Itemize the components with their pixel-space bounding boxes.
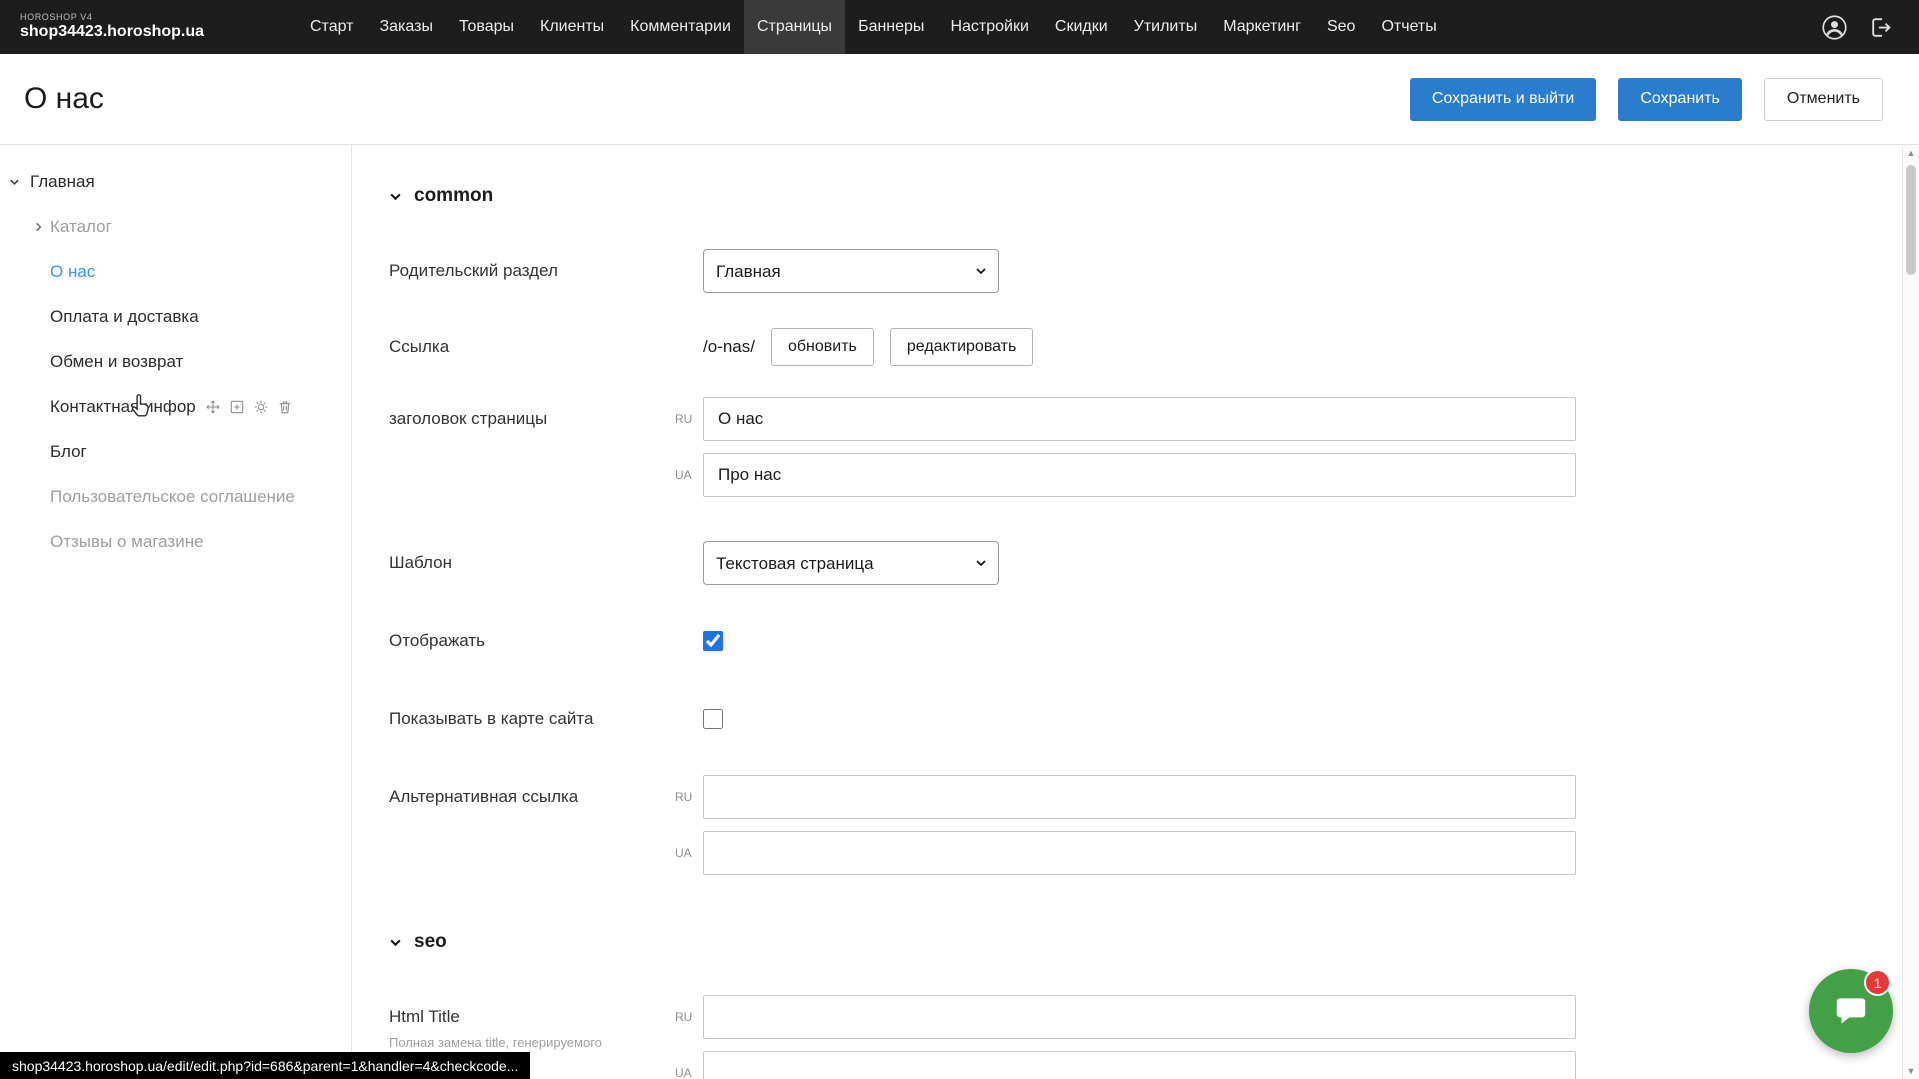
link-label: Ссылка — [389, 337, 675, 357]
scroll-down-arrow-icon[interactable]: ▼ — [1903, 1063, 1919, 1079]
brand-version: HOROSHOP V4 — [20, 13, 297, 23]
scroll-up-arrow-icon[interactable]: ▲ — [1903, 145, 1919, 161]
sidebar-item-o-nas[interactable]: О нас — [0, 249, 351, 294]
tree-item-label: Оплата и доставка — [50, 307, 199, 327]
lang-tag-ua: UA — [675, 468, 703, 482]
tree-item-label: Пользовательское соглашение — [50, 487, 295, 507]
sidebar-item-agreement[interactable]: Пользовательское соглашение — [0, 474, 351, 519]
status-url-text: shop34423.horoshop.ua/edit/edit.php?id=6… — [12, 1058, 518, 1074]
tree-item-label: Блог — [50, 442, 87, 462]
main-menu: Старт Заказы Товары Клиенты Комментарии … — [297, 0, 1450, 54]
menu-item-marketing[interactable]: Маркетинг — [1210, 0, 1314, 54]
display-label: Отображать — [389, 631, 675, 651]
chat-launcher-button[interactable]: 1 — [1809, 969, 1893, 1053]
lang-tag-ua: UA — [675, 1066, 703, 1079]
sidebar-item-kontaktnaya[interactable]: Контактная инфор — [0, 384, 351, 429]
menu-item-discounts[interactable]: Скидки — [1042, 0, 1121, 54]
menu-item-seo[interactable]: Seo — [1314, 0, 1368, 54]
page-title: О нас — [0, 82, 104, 116]
tree-item-label: Каталог — [50, 217, 112, 237]
link-edit-button[interactable]: редактировать — [890, 328, 1033, 366]
menu-item-banners[interactable]: Баннеры — [845, 0, 937, 54]
gear-icon[interactable] — [253, 399, 269, 415]
save-button[interactable]: Сохранить — [1618, 78, 1742, 121]
template-select[interactable]: Текстовая страница — [703, 541, 999, 585]
tree-item-label: Контактная инфор — [50, 397, 196, 417]
chat-icon — [1832, 992, 1870, 1030]
move-icon[interactable] — [205, 399, 221, 415]
logout-icon[interactable] — [1868, 15, 1893, 40]
page-edit-form: common Родительский раздел Главная Ссылк… — [353, 145, 1902, 1079]
add-icon[interactable] — [229, 399, 245, 415]
alt-link-label: Альтернативная ссылка — [389, 775, 675, 807]
sidebar-item-reviews[interactable]: Отзывы о магазине — [0, 519, 351, 564]
tree-item-label: Отзывы о магазине — [50, 532, 204, 552]
sidebar-item-obmen[interactable]: Обмен и возврат — [0, 339, 351, 384]
status-url-bar: shop34423.horoshop.ua/edit/edit.php?id=6… — [0, 1052, 530, 1079]
menu-item-clients[interactable]: Клиенты — [527, 0, 617, 54]
menu-item-settings[interactable]: Настройки — [937, 0, 1041, 54]
template-label: Шаблон — [389, 553, 675, 573]
trash-icon[interactable] — [277, 399, 293, 415]
html-title-hint: Полная замена title, генерируемого — [389, 1035, 675, 1050]
chevron-down-icon — [389, 190, 402, 203]
vertical-scrollbar[interactable]: ▲ ▼ — [1902, 145, 1919, 1079]
pages-tree-sidebar: Главная Каталог О нас Оплата и доставка … — [0, 145, 352, 1079]
menu-item-orders[interactable]: Заказы — [366, 0, 445, 54]
html-title-label: Html Title — [389, 1007, 675, 1027]
page-title-label: заголовок страницы — [389, 397, 675, 429]
menu-item-pages[interactable]: Страницы — [744, 0, 845, 54]
html-title-ua-input[interactable] — [703, 1051, 1576, 1079]
user-icon[interactable] — [1821, 14, 1848, 41]
tree-item-label: Главная — [30, 172, 95, 192]
alt-link-ru-input[interactable] — [703, 775, 1576, 819]
menu-item-products[interactable]: Товары — [446, 0, 527, 54]
html-title-ru-input[interactable] — [703, 995, 1576, 1039]
lang-tag-ua: UA — [675, 846, 703, 860]
topbar: HOROSHOP V4 shop34423.horoshop.ua Старт … — [0, 0, 1919, 54]
parent-section-label: Родительский раздел — [389, 261, 675, 281]
menu-item-utilities[interactable]: Утилиты — [1121, 0, 1211, 54]
cancel-button[interactable]: Отменить — [1764, 78, 1883, 121]
tree-item-label: Обмен и возврат — [50, 352, 183, 372]
section-header-seo[interactable]: seo — [389, 931, 1902, 953]
save-and-exit-button[interactable]: Сохранить и выйти — [1410, 78, 1597, 121]
page-header: О нас Сохранить и выйти Сохранить Отмени… — [0, 54, 1919, 145]
lang-tag-ru: RU — [675, 412, 703, 426]
tree-item-label: О нас — [50, 262, 95, 282]
menu-item-reports[interactable]: Отчеты — [1368, 0, 1449, 54]
chevron-right-icon[interactable] — [33, 221, 44, 232]
chevron-down-icon[interactable] — [9, 176, 20, 187]
display-checkbox[interactable] — [703, 631, 723, 651]
page-title-ru-input[interactable] — [703, 397, 1576, 441]
menu-item-start[interactable]: Старт — [297, 0, 366, 54]
scrollbar-thumb[interactable] — [1906, 165, 1916, 275]
link-path: /o-nas/ — [703, 337, 755, 357]
menu-item-comments[interactable]: Комментарии — [617, 0, 744, 54]
sitemap-label: Показывать в карте сайта — [389, 709, 675, 729]
brand[interactable]: HOROSHOP V4 shop34423.horoshop.ua — [0, 13, 297, 40]
parent-section-select[interactable]: Главная — [703, 249, 999, 293]
alt-link-ua-input[interactable] — [703, 831, 1576, 875]
brand-domain: shop34423.horoshop.ua — [20, 23, 297, 41]
lang-tag-ru: RU — [675, 1010, 703, 1024]
page-title-ua-input[interactable] — [703, 453, 1576, 497]
sidebar-item-oplata[interactable]: Оплата и доставка — [0, 294, 351, 339]
sidebar-item-glavnaya[interactable]: Главная — [0, 159, 351, 204]
link-update-button[interactable]: обновить — [771, 328, 874, 366]
sitemap-checkbox[interactable] — [703, 709, 723, 729]
sidebar-item-katalog[interactable]: Каталог — [0, 204, 351, 249]
lang-tag-ru: RU — [675, 790, 703, 804]
chevron-down-icon — [389, 936, 402, 949]
section-header-common[interactable]: common — [389, 185, 1902, 207]
chat-unread-badge: 1 — [1864, 969, 1891, 996]
sidebar-item-blog[interactable]: Блог — [0, 429, 351, 474]
